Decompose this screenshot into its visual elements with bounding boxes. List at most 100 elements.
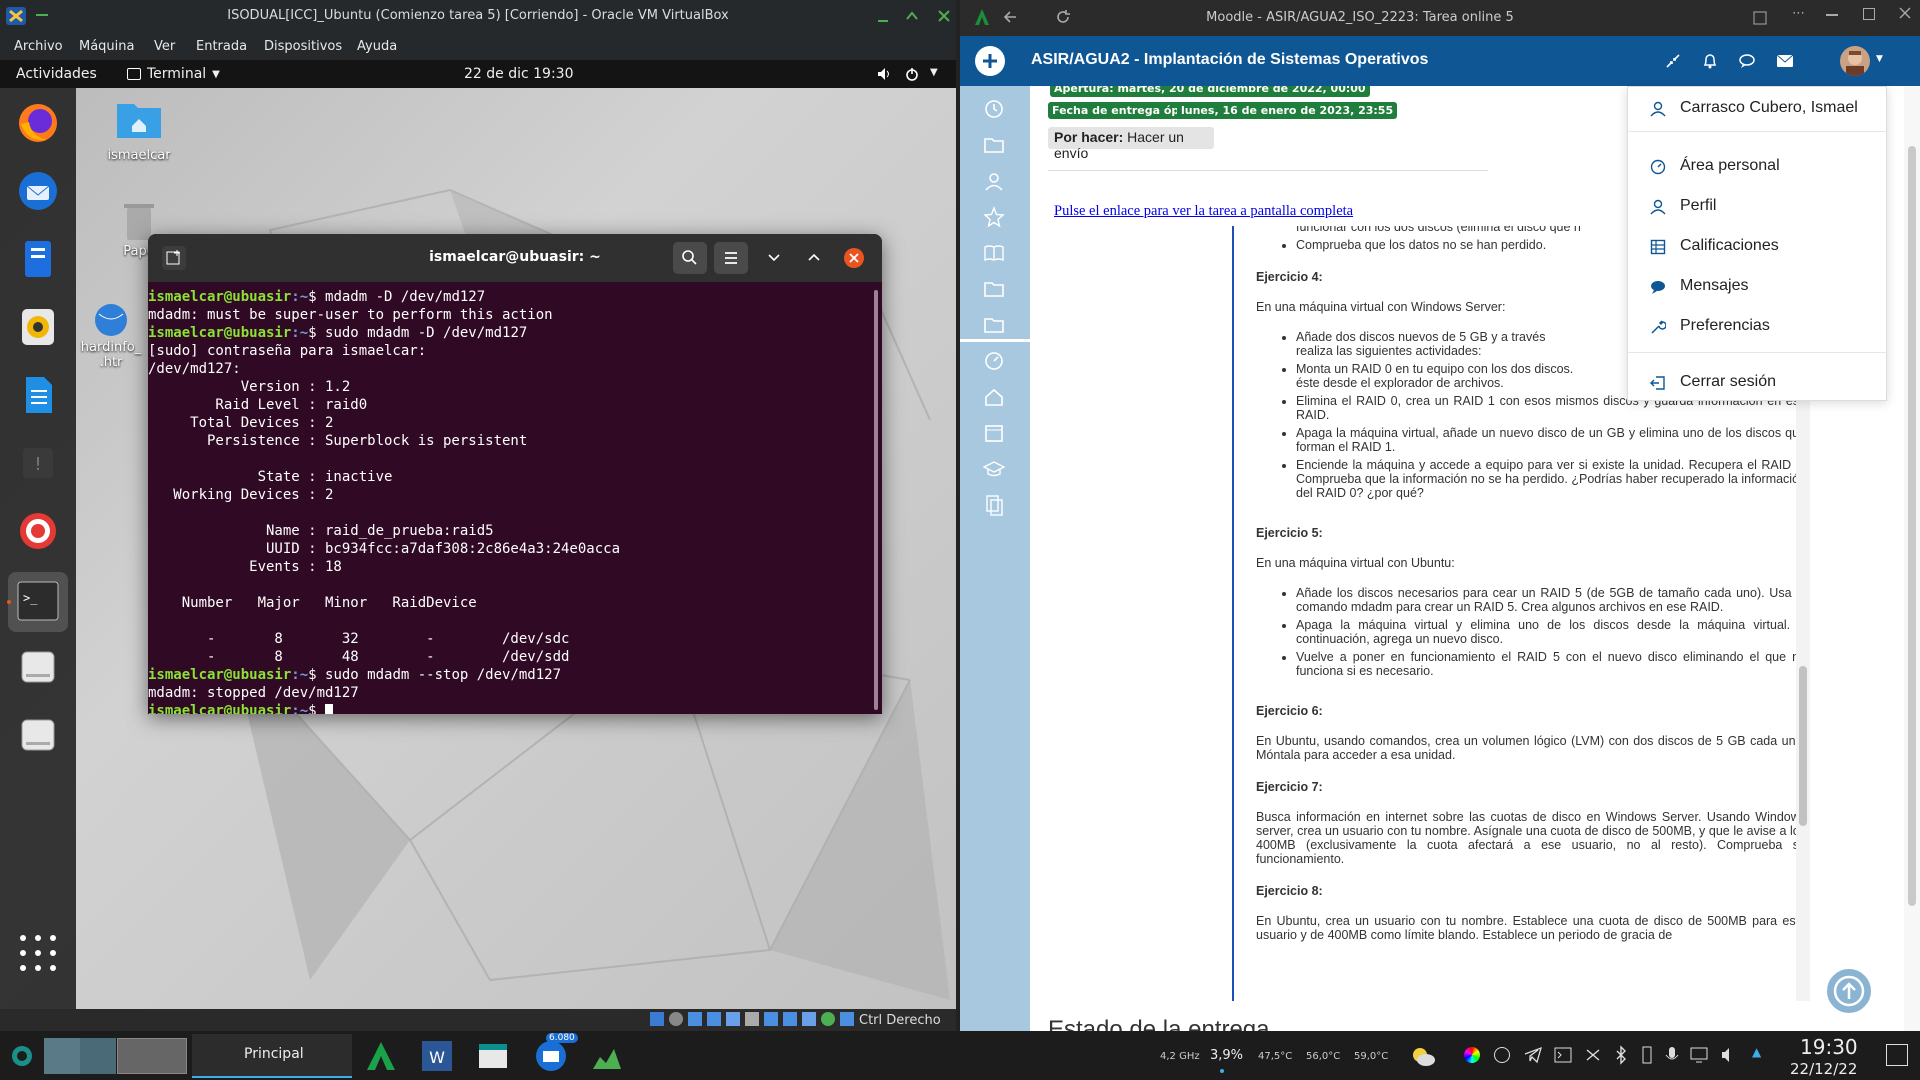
menu-calificaciones[interactable]: Calificaciones	[1628, 231, 1888, 263]
terminal-window[interactable]: ismaelcar@ubuasir: ~ ismaelcar@ubuasir:~…	[148, 234, 882, 714]
fullscreen-link[interactable]: Pulse el enlace para ver la tarea a pant…	[1054, 203, 1353, 220]
rhythmbox-icon[interactable]	[17, 306, 59, 348]
maximize-icon[interactable]	[1863, 8, 1875, 20]
system-monitor-icon[interactable]	[590, 1039, 624, 1073]
calendar-icon[interactable]	[983, 422, 1005, 444]
cpu-icon[interactable]	[802, 1012, 816, 1026]
menu-entrada[interactable]: Entrada	[196, 39, 247, 54]
home-icon[interactable]	[983, 386, 1005, 408]
firefox-icon[interactable]	[17, 102, 59, 144]
desktop-pager-3[interactable]	[117, 1038, 187, 1074]
system-menu-chevron-icon[interactable]: ▼	[930, 67, 938, 78]
activities-button[interactable]: Actividades	[16, 66, 97, 82]
tray-expand-chevron-icon[interactable]: ▲	[1752, 1045, 1761, 1059]
page-scrollbar[interactable]	[1904, 86, 1920, 1031]
install-app-icon[interactable]	[1752, 10, 1768, 26]
thunderbird-icon[interactable]	[17, 170, 59, 212]
users-icon[interactable]	[983, 170, 1005, 192]
menu-cerrar-sesion[interactable]: Cerrar sesión	[1628, 367, 1888, 399]
chat-bubble-icon[interactable]	[1738, 53, 1756, 69]
menu-dispositivos[interactable]: Dispositivos	[264, 39, 342, 54]
word-app-icon[interactable]: W	[420, 1039, 454, 1073]
folder-icon[interactable]	[983, 278, 1005, 300]
terminal-dock-icon[interactable]: >_	[8, 572, 68, 632]
folder-icon[interactable]	[983, 314, 1005, 336]
graduation-cap-icon[interactable]	[983, 458, 1005, 480]
window-app-icon[interactable]	[476, 1039, 510, 1073]
clock-icon[interactable]	[983, 98, 1005, 120]
audio-icon[interactable]	[688, 1012, 702, 1026]
menu-mensajes[interactable]: Mensajes	[1628, 271, 1888, 303]
user-menu-chevron-icon[interactable]: ▼	[1876, 54, 1883, 64]
display-tray-icon[interactable]	[1690, 1046, 1708, 1064]
pause-icon[interactable]	[1494, 1047, 1510, 1063]
desktop-icon-home[interactable]: ismaelcar	[104, 96, 174, 163]
show-apps-grid-icon[interactable]	[17, 932, 59, 974]
close-icon[interactable]	[844, 248, 864, 268]
telegram-icon[interactable]	[1524, 1046, 1542, 1064]
search-icon[interactable]	[673, 242, 707, 274]
weather-icon[interactable]	[1410, 1045, 1436, 1067]
maximize-icon[interactable]	[905, 9, 919, 23]
desktop-icon-hardinfo[interactable]: hardinfo_ .htr	[76, 300, 146, 370]
volume-icon[interactable]	[876, 66, 892, 82]
files-writer-icon[interactable]	[17, 238, 59, 280]
dashboard-gauge-icon[interactable]	[983, 350, 1005, 372]
menu-ver[interactable]: Ver	[154, 39, 175, 54]
book-icon[interactable]	[983, 242, 1005, 264]
clock-date[interactable]: 22/12/22	[1790, 1060, 1857, 1078]
close-icon[interactable]	[1898, 6, 1912, 20]
menu-archivo[interactable]: Archivo	[14, 39, 63, 54]
terminal-output[interactable]: ismaelcar@ubuasir:~$ mdadm -D /dev/md127…	[148, 282, 882, 714]
bluetooth-icon[interactable]	[1614, 1045, 1628, 1065]
minimize-icon[interactable]	[1826, 14, 1838, 16]
app-menu[interactable]: Terminal ▼	[127, 66, 220, 82]
clock-time[interactable]: 19:30	[1800, 1035, 1858, 1059]
usb-device-icon[interactable]	[1640, 1045, 1654, 1065]
color-picker-icon[interactable]	[1464, 1047, 1480, 1063]
display-icon[interactable]	[764, 1012, 778, 1026]
andalucia-app-icon[interactable]	[364, 1039, 398, 1073]
vm-screen[interactable]: Actividades Terminal ▼ 22 de dic 19:30 ▼	[0, 60, 956, 1009]
menu-ayuda[interactable]: Ayuda	[357, 39, 397, 54]
fullscreen-collapse-icon[interactable]	[1665, 53, 1681, 69]
chevron-up-icon[interactable]	[806, 249, 822, 265]
thunderbird-taskbar-icon[interactable]	[534, 1039, 568, 1073]
more-options-icon[interactable]: ⋯	[1792, 6, 1805, 21]
shared-folder-icon[interactable]	[745, 1012, 759, 1026]
menu-maquina[interactable]: Máquina	[79, 39, 135, 54]
help-icon[interactable]	[17, 510, 59, 552]
globe-status-icon[interactable]	[821, 1012, 835, 1026]
avatar[interactable]	[1840, 46, 1870, 76]
hdd-icon[interactable]	[650, 1012, 664, 1026]
power-icon[interactable]	[904, 66, 920, 82]
terminal-scrollbar[interactable]	[874, 290, 878, 710]
add-plus-icon[interactable]	[975, 46, 1005, 76]
back-to-top-button[interactable]	[1824, 966, 1874, 1016]
user-name-item[interactable]: Carrasco Cubero, Ismael	[1628, 93, 1888, 125]
start-menu-icon[interactable]	[10, 1044, 34, 1068]
recording-icon[interactable]	[783, 1012, 797, 1026]
gnome-clock[interactable]: 22 de dic 19:30	[464, 66, 573, 82]
chevron-down-icon[interactable]	[766, 249, 782, 265]
usb-icon[interactable]	[726, 1012, 740, 1026]
drive-icon[interactable]	[17, 646, 59, 688]
volume-icon[interactable]	[1720, 1046, 1738, 1064]
optical-icon[interactable]	[669, 1012, 683, 1026]
desktop-pager-1[interactable]	[44, 1038, 80, 1074]
menu-perfil[interactable]: Perfil	[1628, 191, 1888, 223]
files-icon[interactable]	[983, 494, 1005, 516]
desktop-pager-2[interactable]	[80, 1038, 116, 1074]
kde-connect-icon[interactable]	[1584, 1047, 1602, 1063]
minimize-icon[interactable]	[876, 9, 890, 23]
close-icon[interactable]	[937, 9, 951, 23]
star-icon[interactable]	[983, 206, 1005, 228]
drive-icon-2[interactable]	[17, 714, 59, 756]
task-principal[interactable]: Principal	[192, 1034, 352, 1078]
course-title[interactable]: ASIR/AGUA2 - Implantación de Sistemas Op…	[1031, 51, 1428, 69]
menu-preferencias[interactable]: Preferencias	[1628, 311, 1888, 343]
software-icon[interactable]: !	[17, 442, 59, 484]
menu-area-personal[interactable]: Área personal	[1628, 151, 1888, 183]
page-scroll-thumb[interactable]	[1908, 146, 1916, 906]
mouse-integration-icon[interactable]	[840, 1012, 854, 1026]
